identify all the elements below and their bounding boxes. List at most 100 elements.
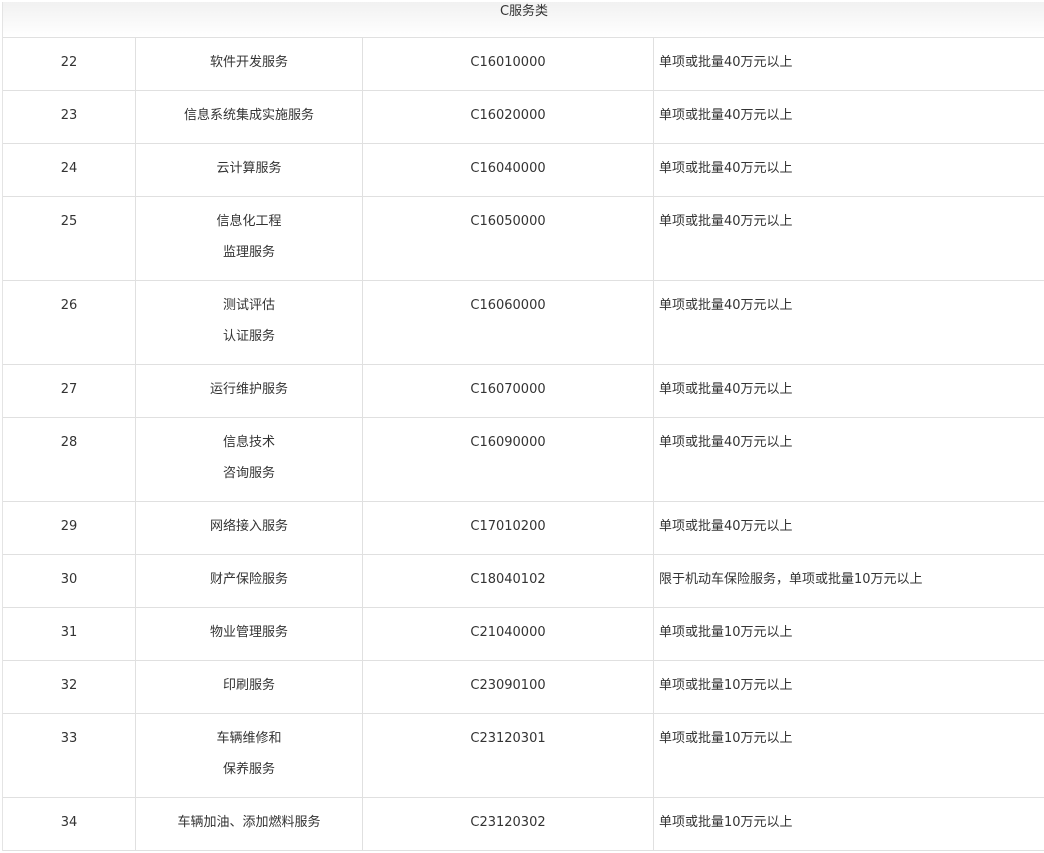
cell-text: 22	[60, 55, 78, 70]
cell-text: 限于机动车保险服务，单项或批量10万元以上	[659, 572, 923, 587]
table-row: 33 车辆维修和保养服务 C23120301 单项或批量10万元以上	[3, 714, 1044, 798]
cell-text: 34	[60, 815, 78, 830]
cell-text: C23120302	[470, 815, 546, 830]
row-number: 30	[3, 555, 136, 607]
table-row: 31 物业管理服务 C21040000 单项或批量10万元以上	[3, 608, 1044, 661]
item-threshold: 单项或批量10万元以上	[654, 798, 1044, 850]
cell-text: C16050000	[470, 214, 546, 229]
table-row: 29 网络接入服务 C17010200 单项或批量40万元以上	[3, 502, 1044, 555]
row-number: 26	[3, 281, 136, 364]
cell-text: 单项或批量40万元以上	[659, 382, 793, 397]
cell-text: 31	[60, 625, 78, 640]
item-threshold: 单项或批量40万元以上	[654, 144, 1044, 196]
item-name: 云计算服务	[136, 144, 363, 196]
item-code: C16090000	[363, 418, 654, 501]
item-code: C16050000	[363, 197, 654, 280]
item-threshold: 单项或批量40万元以上	[654, 91, 1044, 143]
cell-text: 27	[60, 382, 78, 397]
cell-text: 测试评估	[222, 298, 275, 313]
item-name: 软件开发服务	[136, 38, 363, 90]
cell-text: 印刷服务	[222, 678, 275, 693]
item-code: C16070000	[363, 365, 654, 417]
item-name: 信息技术 咨询服务	[136, 418, 363, 501]
item-name: 信息系统集成实施服务	[136, 91, 363, 143]
item-threshold: 单项或批量40万元以上	[654, 197, 1044, 280]
cell-text: 32	[60, 678, 78, 693]
item-name: 运行维护服务	[136, 365, 363, 417]
cell-text: 云计算服务	[216, 161, 282, 176]
cell-text: 监理服务	[222, 244, 275, 260]
item-name: 物业管理服务	[136, 608, 363, 660]
item-code: C23090100	[363, 661, 654, 713]
cell-text: 28	[60, 435, 78, 450]
item-name: 网络接入服务	[136, 502, 363, 554]
item-code: C16040000	[363, 144, 654, 196]
row-number: 31	[3, 608, 136, 660]
item-threshold: 单项或批量40万元以上	[654, 281, 1044, 364]
cell-text: 单项或批量40万元以上	[659, 519, 793, 534]
row-number: 22	[3, 38, 136, 90]
cell-text: 单项或批量40万元以上	[659, 435, 793, 450]
cell-text: 单项或批量10万元以上	[659, 678, 793, 693]
cell-text: 咨询服务	[222, 465, 275, 481]
item-code: C23120302	[363, 798, 654, 850]
cell-text: 车辆加油、添加燃料服务	[177, 815, 321, 830]
cell-text: 单项或批量10万元以上	[659, 731, 793, 746]
row-number: 27	[3, 365, 136, 417]
cell-text: 保养服务	[222, 761, 275, 777]
item-threshold: 单项或批量40万元以上	[654, 502, 1044, 554]
cell-text: C16060000	[470, 298, 546, 313]
item-code: C17010200	[363, 502, 654, 554]
cell-text: 单项或批量10万元以上	[659, 815, 793, 830]
cell-text: C23120301	[470, 731, 546, 746]
row-number: 25	[3, 197, 136, 280]
table-row: 27 运行维护服务 C16070000 单项或批量40万元以上	[3, 365, 1044, 418]
cell-text: 软件开发服务	[209, 55, 288, 70]
table-row: 34 车辆加油、添加燃料服务 C23120302 单项或批量10万元以上	[3, 798, 1044, 851]
cell-text: 运行维护服务	[209, 382, 288, 397]
item-threshold: 单项或批量40万元以上	[654, 38, 1044, 90]
item-code: C18040102	[363, 555, 654, 607]
item-name: 车辆加油、添加燃料服务	[136, 798, 363, 850]
row-number: 29	[3, 502, 136, 554]
item-code: C16020000	[363, 91, 654, 143]
table-row: 24 云计算服务 C16040000 单项或批量40万元以上	[3, 144, 1044, 197]
cell-text: 单项或批量40万元以上	[659, 214, 793, 229]
row-number: 32	[3, 661, 136, 713]
cell-text: 单项或批量10万元以上	[659, 625, 793, 640]
item-name: 印刷服务	[136, 661, 363, 713]
row-number: 24	[3, 144, 136, 196]
item-name: 信息化工程 监理服务	[136, 197, 363, 280]
cell-text: 车辆维修和	[216, 731, 282, 746]
cell-text: C18040102	[470, 572, 546, 587]
table-row: 23 信息系统集成实施服务 C16020000 单项或批量40万元以上	[3, 91, 1044, 144]
cell-text: 网络接入服务	[209, 519, 288, 534]
table-row: 25 信息化工程 监理服务 C16050000 单项或批量40万元以上	[3, 197, 1044, 281]
item-name: 车辆维修和 保养服务	[136, 714, 363, 797]
cell-text: C17010200	[470, 519, 546, 534]
cell-text: 29	[60, 519, 78, 534]
cell-text: 24	[60, 161, 78, 176]
item-name: 财产保险服务	[136, 555, 363, 607]
item-code: C16010000	[363, 38, 654, 90]
cell-text: C16040000	[470, 161, 546, 176]
item-code: C21040000	[363, 608, 654, 660]
item-threshold: 单项或批量10万元以上	[654, 661, 1044, 713]
cell-text: C21040000	[470, 625, 546, 640]
table-row: 26 测试评估 认证服务 C16060000 单项或批量40万元以上	[3, 281, 1044, 365]
cell-text: 33	[60, 731, 78, 746]
cell-text: 单项或批量40万元以上	[659, 55, 793, 70]
cell-text: 单项或批量40万元以上	[659, 161, 793, 176]
cell-text: 23	[60, 108, 78, 123]
cell-text: 26	[60, 298, 78, 313]
item-threshold: 单项或批量10万元以上	[654, 714, 1044, 797]
cell-text: 25	[60, 214, 78, 229]
section-header: C服务类	[3, 2, 1044, 38]
row-number: 33	[3, 714, 136, 797]
table-row: 32 印刷服务 C23090100 单项或批量10万元以上	[3, 661, 1044, 714]
row-number: 28	[3, 418, 136, 501]
cell-text: C23090100	[470, 678, 546, 693]
table-row: 30 财产保险服务 C18040102 限于机动车保险服务，单项或批量10万元以上	[3, 555, 1044, 608]
cell-text: C16010000	[470, 55, 546, 70]
cell-text: 30	[60, 572, 78, 587]
